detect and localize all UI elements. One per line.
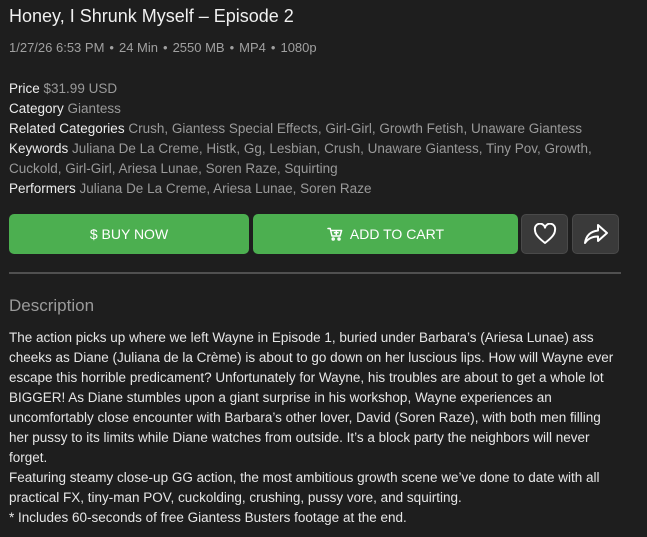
category-label: Category [9,101,64,116]
meta-separator: • [270,40,276,55]
cart-icon [327,227,343,241]
related-categories-value[interactable]: Crush, Giantess Special Effects, Girl-Gi… [128,121,582,136]
related-categories-label: Related Categories [9,121,125,136]
share-icon [583,223,609,245]
description-paragraph: The action picks up where we left Wayne … [9,330,614,465]
product-info: Price $31.99 USD Category Giantess Relat… [9,79,621,199]
description-body: The action picks up where we left Wayne … [9,328,621,528]
add-to-cart-label: ADD TO CART [349,226,445,242]
buy-now-button[interactable]: $ BUY NOW [9,214,249,254]
duration: 24 Min [118,40,158,55]
product-meta: 1/27/26 6:53 PM • 24 Min • 2550 MB • MP4 • 1080p [9,40,317,55]
price-row: Price $31.99 USD [9,79,621,99]
performers-label: Performers [9,181,76,196]
file-format: MP4 [239,40,266,55]
description-paragraph: Featuring steamy close-up GG action, the… [9,470,600,505]
keywords-value[interactable]: Juliana De La Creme, Histk, Gg, Lesbian,… [9,141,592,176]
section-divider [9,272,621,274]
action-buttons: $ BUY NOW ADD TO CART [9,214,621,254]
category-row: Category Giantess [9,99,621,119]
category-value[interactable]: Giantess [68,101,121,116]
meta-separator: • [109,40,114,55]
share-button[interactable] [572,214,619,254]
file-size: 2550 MB [172,40,225,55]
keywords-label: Keywords [9,141,69,156]
related-categories-row: Related Categories Crush, Giantess Speci… [9,119,621,139]
meta-separator: • [163,40,168,55]
performers-value[interactable]: Juliana De La Creme, Ariesa Lunae, Soren… [80,181,372,196]
price-value: $31.99 USD [43,81,118,96]
description-paragraph: * Includes 60-seconds of free Giantess B… [9,510,407,525]
performers-row: Performers Juliana De La Creme, Ariesa L… [9,179,621,199]
favorite-button[interactable] [521,214,568,254]
price-label: Price [9,81,40,96]
keywords-row: Keywords Juliana De La Creme, Histk, Gg,… [9,139,621,179]
add-to-cart-button[interactable]: ADD TO CART [253,214,518,254]
description-heading: Description [9,296,95,315]
buy-now-label: $ BUY NOW [89,226,169,242]
meta-separator: • [229,40,235,55]
heart-icon [533,223,557,245]
release-date: 1/27/26 6:53 PM [9,40,105,55]
resolution: 1080p [280,40,317,55]
product-title: Honey, I Shrunk Myself – Episode 2 [9,6,294,26]
